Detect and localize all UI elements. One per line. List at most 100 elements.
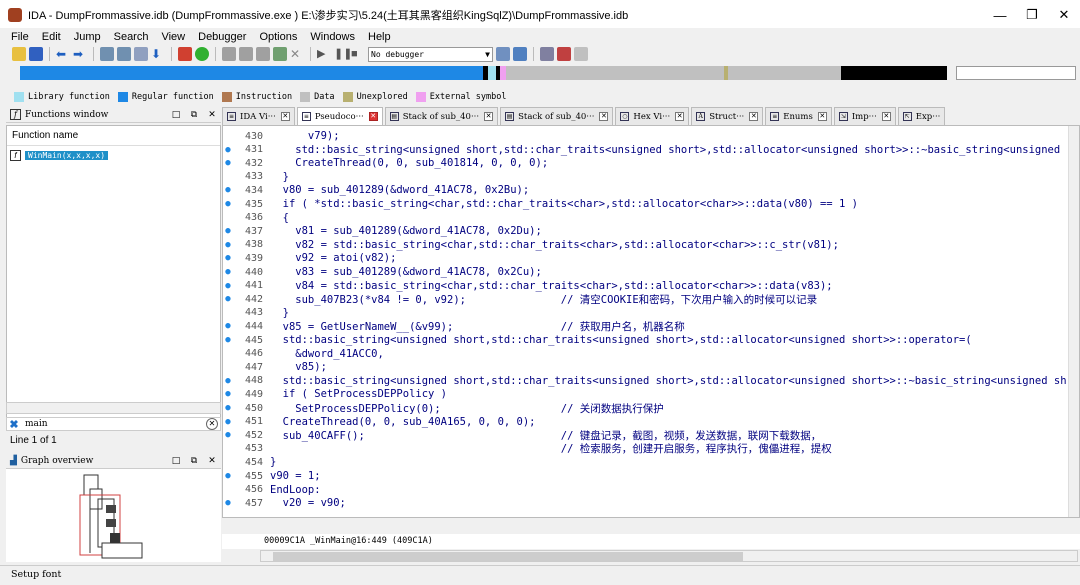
breakpoint-dot-icon[interactable]: ● bbox=[223, 185, 233, 195]
jump-down-icon[interactable]: ⬇ bbox=[151, 47, 165, 61]
code-hscroll[interactable] bbox=[260, 550, 1078, 562]
code-line[interactable]: ● 439 v92 = atoi(v82); bbox=[223, 251, 1068, 265]
breakpoint-dot-icon[interactable]: ● bbox=[223, 321, 233, 331]
breakpoint-dot-icon[interactable]: ● bbox=[223, 335, 233, 345]
pause-icon[interactable]: ❚❚ bbox=[334, 47, 352, 61]
breakpoint-dot-icon[interactable]: ● bbox=[223, 145, 233, 155]
cross-icon[interactable]: ✕ bbox=[290, 47, 304, 61]
menu-windows[interactable]: Windows bbox=[310, 31, 355, 43]
forward-arrow-icon[interactable]: ➡ bbox=[73, 47, 87, 61]
breakpoint-dot-icon[interactable]: ● bbox=[223, 294, 233, 304]
code-line[interactable]: ● 440 v83 = sub_401289(&dword_41AC78, 0x2… bbox=[223, 265, 1068, 279]
code-line[interactable]: ● 455 v90 = 1; bbox=[223, 469, 1068, 483]
code-line[interactable]: ● 438 v82 = std::basic_string<char,std::c… bbox=[223, 238, 1068, 252]
restore-icon[interactable]: □ bbox=[167, 110, 185, 120]
breakpoint-dot-icon[interactable]: ● bbox=[223, 389, 233, 399]
code-line[interactable]: ● 441 v84 = std::basic_string<char,std::c… bbox=[223, 279, 1068, 293]
code-line[interactable]: 446 &dword_41ACC0, bbox=[223, 347, 1068, 361]
function-name-column[interactable]: Function name bbox=[7, 126, 220, 146]
attach-icon[interactable] bbox=[496, 47, 510, 61]
tab-stack-1[interactable]: ▤ Stack of sub_40··· ✕ bbox=[384, 107, 499, 125]
code-line[interactable]: ● 442 sub_407B23(*v84 != 0, v92); // 清空CO… bbox=[223, 292, 1068, 306]
code-line[interactable]: ● 449 if ( SetProcessDEPPolicy ) bbox=[223, 387, 1068, 401]
tab-enums[interactable]: ≡ Enums ✕ bbox=[765, 107, 832, 125]
float-icon[interactable]: ⧉ bbox=[185, 456, 203, 466]
tab-close-icon[interactable]: ✕ bbox=[599, 112, 609, 121]
plugin-icon[interactable] bbox=[273, 47, 287, 61]
search-input[interactable]: main bbox=[21, 419, 206, 429]
menu-help[interactable]: Help bbox=[368, 31, 391, 43]
cancel-search-icon[interactable]: ✖ bbox=[7, 418, 21, 431]
tab-close-icon[interactable]: ✕ bbox=[675, 112, 685, 121]
tab-stack-2[interactable]: ▤ Stack of sub_40··· ✕ bbox=[500, 107, 614, 125]
stop-icon[interactable]: ■ bbox=[351, 47, 365, 61]
breakpoint-icon[interactable] bbox=[557, 47, 571, 61]
code-icon[interactable] bbox=[222, 47, 236, 61]
menu-view[interactable]: View bbox=[161, 31, 185, 43]
float-icon[interactable]: ⧉ bbox=[185, 110, 203, 120]
code-line[interactable]: ● 445 std::basic_string<unsigned short,st… bbox=[223, 333, 1068, 347]
close-panel-icon[interactable]: ✕ bbox=[203, 456, 221, 466]
close-panel-icon[interactable]: ✕ bbox=[203, 110, 221, 120]
code-line[interactable]: ● 448 std::basic_string<unsigned short,st… bbox=[223, 374, 1068, 388]
code-line[interactable]: ● 435 if ( *std::basic_string<char,std::c… bbox=[223, 197, 1068, 211]
code-line[interactable]: ● 457 v20 = v90; bbox=[223, 496, 1068, 510]
code-line[interactable]: 453 // 检索服务，创建开启服务，程序执行，傀儡进程，提权 bbox=[223, 442, 1068, 456]
breakpoint-dot-icon[interactable]: ● bbox=[223, 240, 233, 250]
breakpoint-dot-icon[interactable]: ● bbox=[223, 253, 233, 263]
restore-icon[interactable]: □ bbox=[167, 456, 185, 466]
breakpoint-dot-icon[interactable]: ● bbox=[223, 267, 233, 277]
breakpoint-dot-icon[interactable]: ● bbox=[223, 199, 233, 209]
run-green-icon[interactable] bbox=[195, 47, 209, 61]
list-icon[interactable] bbox=[540, 47, 554, 61]
code-line[interactable]: ● 432 CreateThread(0, 0, sub_401814, 0, 0… bbox=[223, 156, 1068, 170]
back-arrow-icon[interactable]: ⬅ bbox=[56, 47, 70, 61]
breakpoint-dot-icon[interactable]: ● bbox=[223, 430, 233, 440]
breakpoint-dot-icon[interactable]: ● bbox=[223, 417, 233, 427]
menu-edit[interactable]: Edit bbox=[42, 31, 61, 43]
navigation-band[interactable] bbox=[20, 66, 947, 80]
minimize-icon[interactable]: — bbox=[984, 8, 1016, 23]
code-line[interactable]: ● 444 v85 = GetUserNameW__(&v99); // 获取用户… bbox=[223, 319, 1068, 333]
graph-overview[interactable] bbox=[6, 469, 221, 562]
breakpoint-dot-icon[interactable]: ● bbox=[223, 471, 233, 481]
breakpoint-dot-icon[interactable]: ● bbox=[223, 281, 233, 291]
code-line[interactable]: 443 } bbox=[223, 306, 1068, 320]
tab-close-icon[interactable]: ✕ bbox=[749, 112, 759, 121]
breakpoint-dot-icon[interactable]: ● bbox=[223, 498, 233, 508]
function-search[interactable]: ✖ main ✕ bbox=[6, 417, 221, 431]
tab-close-icon[interactable]: ✕ bbox=[817, 112, 827, 121]
data-icon[interactable] bbox=[239, 47, 253, 61]
graph-icon[interactable] bbox=[178, 47, 192, 61]
code-line[interactable]: 454} bbox=[223, 455, 1068, 469]
close-icon[interactable]: ✕ bbox=[1048, 7, 1080, 23]
tab-structures[interactable]: A Struct··· ✕ bbox=[691, 107, 764, 125]
step-icon[interactable] bbox=[513, 47, 527, 61]
debugger-select[interactable]: No debugger bbox=[368, 46, 493, 62]
breakpoint-dot-icon[interactable]: ● bbox=[223, 403, 233, 413]
functions-hscroll[interactable] bbox=[6, 402, 221, 414]
breakpoint-dot-icon[interactable]: ● bbox=[223, 158, 233, 168]
menu-jump[interactable]: Jump bbox=[74, 31, 101, 43]
tab-close-icon[interactable]: ✕ bbox=[881, 112, 891, 121]
open-icon[interactable] bbox=[12, 47, 26, 61]
code-line[interactable]: ● 452 sub_40CAFF(); // 键盘记录，截图，视频，发送数据，联网… bbox=[223, 428, 1068, 442]
hscroll-thumb[interactable] bbox=[273, 552, 743, 561]
trace-icon[interactable] bbox=[574, 47, 588, 61]
function-row[interactable]: f WinMain(x,x,x,x) bbox=[7, 148, 220, 162]
tab-hex-view[interactable]: ○ Hex Vi··· ✕ bbox=[615, 107, 690, 125]
search-text-icon[interactable] bbox=[134, 47, 148, 61]
tab-imports[interactable]: ⇲ Imp··· ✕ bbox=[833, 107, 896, 125]
code-line[interactable]: 456 EndLoop: bbox=[223, 483, 1068, 497]
segment-select[interactable] bbox=[956, 66, 1076, 80]
tab-close-icon[interactable]: ✕ bbox=[368, 112, 378, 121]
code-line[interactable]: ● 434 v80 = sub_401289(&dword_41AC78, 0x2… bbox=[223, 183, 1068, 197]
code-line[interactable]: ● 437 v81 = sub_401289(&dword_41AC78, 0x2… bbox=[223, 224, 1068, 238]
tab-ida-view[interactable]: ≡ IDA Vi··· ✕ bbox=[222, 107, 295, 125]
code-line[interactable]: ● 450 SetProcessDEPPolicy(0); // 关闭数据执行保护 bbox=[223, 401, 1068, 415]
tab-pseudocode[interactable]: ≡ Pseudoco··· ✕ bbox=[296, 107, 383, 125]
save-icon[interactable] bbox=[29, 47, 43, 61]
clear-icon[interactable]: ✕ bbox=[206, 418, 218, 430]
breakpoint-dot-icon[interactable]: ● bbox=[223, 226, 233, 236]
struct-icon[interactable] bbox=[256, 47, 270, 61]
